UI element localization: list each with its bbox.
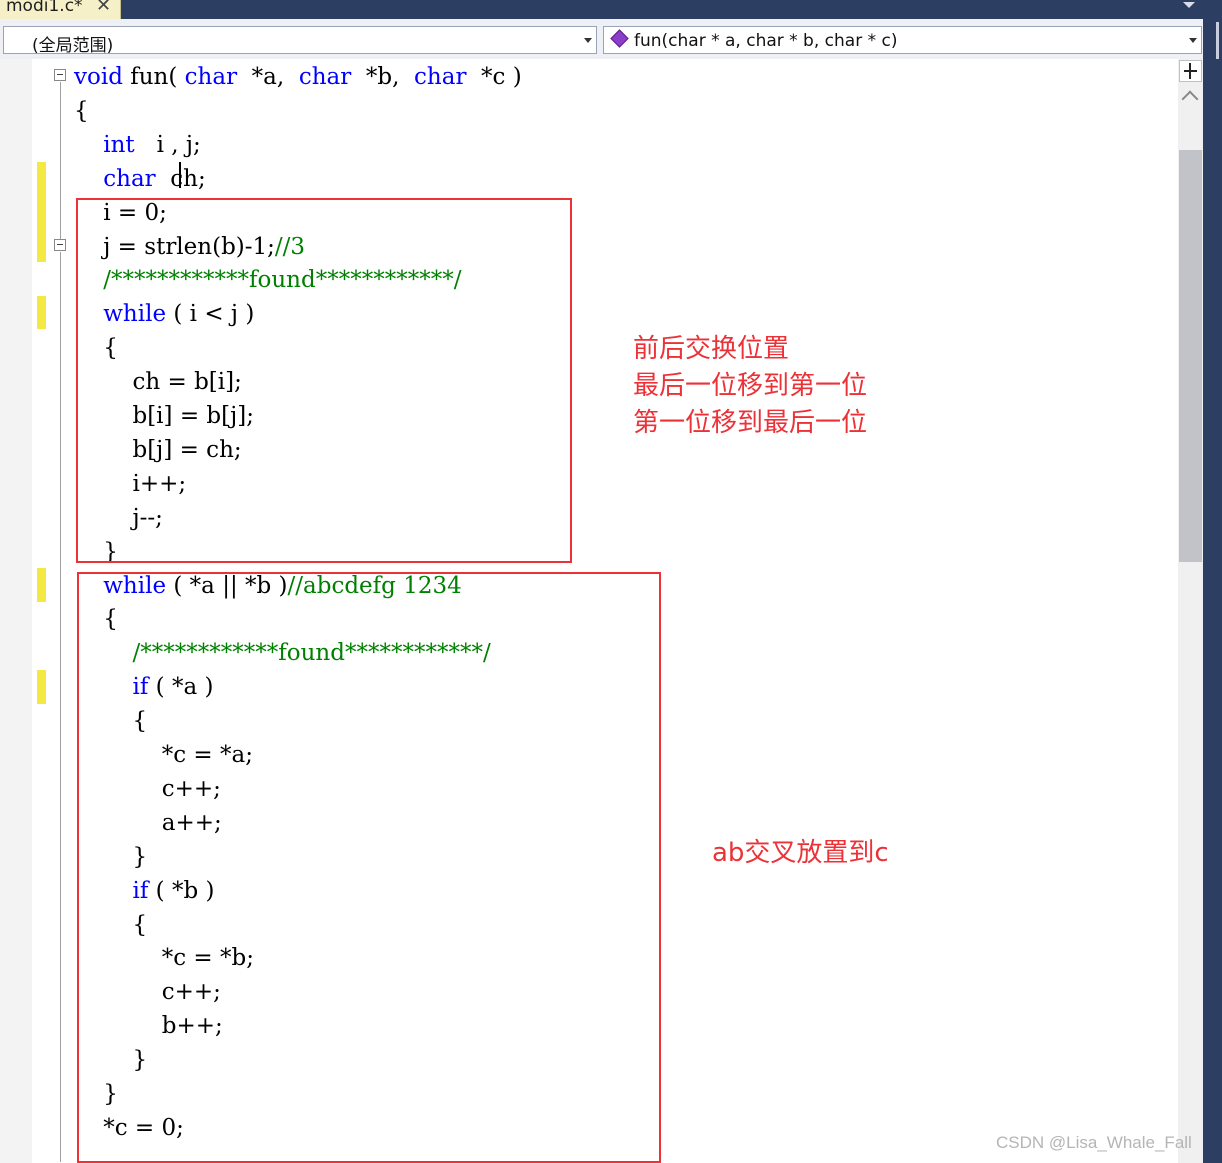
swap-note-line: 前后交换位置 [633,334,790,364]
code-token: fun( [122,64,185,90]
change-marker [37,670,46,704]
code-line[interactable]: void fun( char *a, char *b, char *c ) [74,60,522,94]
code-line[interactable]: int i , j; [74,128,201,162]
change-marker [37,296,46,329]
code-token: { [74,97,89,124]
keyword-token: int [103,131,135,158]
code-line[interactable]: char ch; [74,162,205,196]
outline-line [60,252,61,1162]
annotation-box-swap [76,198,572,563]
scope-dropdown-value: (全局范围) [32,36,114,56]
keyword-token: char [414,64,467,90]
annotation-box-merge [77,572,661,1163]
keyword-token: void [74,64,123,90]
file-tab[interactable]: modi1.c* ✕ [0,0,121,19]
scrollbar-thumb[interactable] [1179,150,1202,562]
chevron-down-icon [1189,38,1197,43]
close-icon[interactable]: ✕ [96,0,111,16]
collapse-icon[interactable] [54,69,66,81]
swap-note-line: 最后一位移到第一位 [633,371,868,401]
code-token: *a, [237,64,299,90]
keyword-token: char [298,64,352,90]
chevron-down-icon [584,38,592,43]
change-marker [37,568,46,602]
swap-note: 前后交换位置 最后一位移到第一位 第一位移到最后一位 [633,331,867,442]
member-dropdown-value: fun(char * a, char * b, char * c) [634,31,898,51]
text-caret [179,162,181,188]
collapse-icon[interactable] [54,239,66,251]
merge-note: ab交叉放置到c [712,838,889,868]
code-token: *b, [351,64,415,90]
outline-line [60,82,61,242]
file-tab-label: modi1.c* [6,0,83,16]
split-window-icon[interactable] [1179,60,1202,82]
side-panel-strip [1203,59,1222,1163]
code-token: i , j; [134,131,201,158]
scope-dropdown[interactable]: (全局范围) [3,26,597,56]
side-panel-strip [1203,19,1222,59]
member-dropdown[interactable]: fun(char * a, char * b, char * c) [603,26,1202,54]
code-line[interactable]: { [74,94,89,128]
method-icon [610,29,629,48]
change-marker [37,162,46,262]
watermark: CSDN @Lisa_Whale_Fall [996,1133,1192,1152]
tab-overflow-icon[interactable] [1183,2,1195,8]
document-tab-bar [0,0,1222,19]
swap-note-line: 第一位移到最后一位 [633,408,868,438]
indicator-margin [0,59,32,1163]
code-token: *c ) [466,64,522,90]
keyword-token: char [103,165,156,192]
keyword-token: char [184,64,238,90]
